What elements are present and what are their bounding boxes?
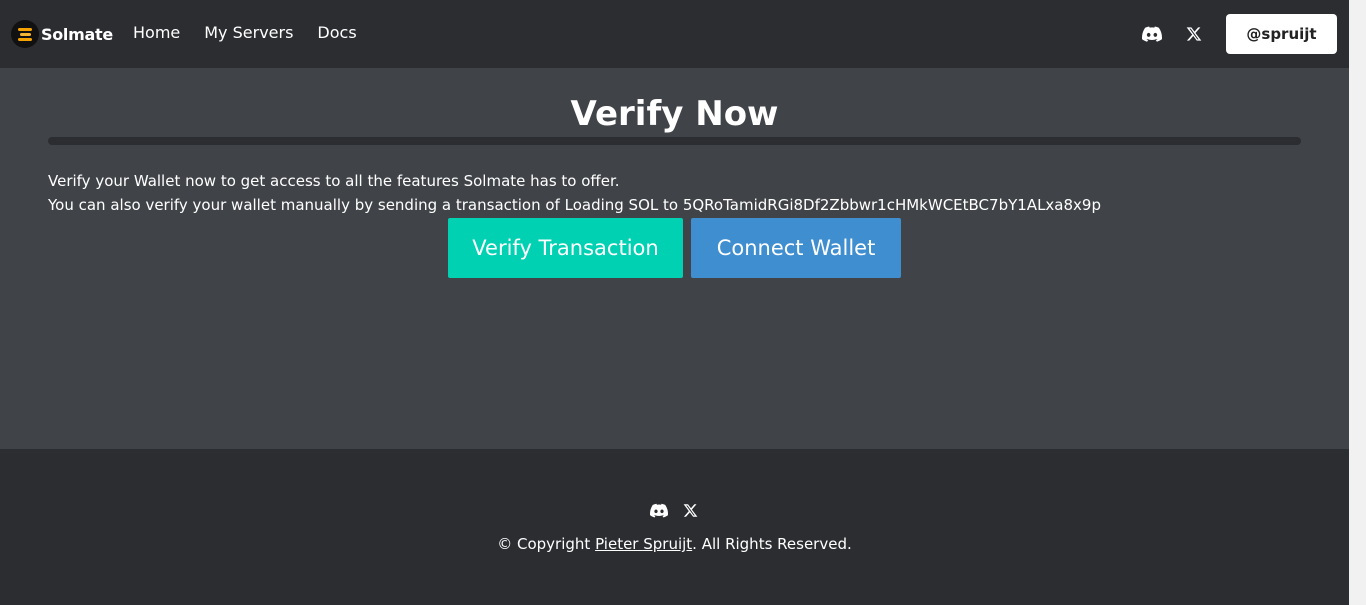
user-account-button[interactable]: @spruijt <box>1226 14 1337 54</box>
scrollbar[interactable] <box>1349 0 1366 605</box>
verify-transaction-button[interactable]: Verify Transaction <box>448 218 683 278</box>
nav-my-servers[interactable]: My Servers <box>204 23 293 42</box>
footer: © Copyright Pieter Spruijt. All Rights R… <box>0 449 1349 605</box>
page-title: Verify Now <box>570 94 779 134</box>
description-line-2: You can also verify your wallet manually… <box>48 196 1101 214</box>
copyright-suffix: . All Rights Reserved. <box>692 535 852 553</box>
nav-home[interactable]: Home <box>133 23 180 42</box>
brand-name: Solmate <box>41 24 113 44</box>
connect-wallet-button[interactable]: Connect Wallet <box>691 218 901 278</box>
description-line-1: Verify your Wallet now to get access to … <box>48 172 620 190</box>
author-link[interactable]: Pieter Spruijt <box>595 535 692 553</box>
footer-social-icons <box>0 501 1349 519</box>
copyright-prefix: © Copyright <box>497 535 596 553</box>
discord-icon[interactable] <box>649 501 668 519</box>
nav-docs[interactable]: Docs <box>317 23 356 42</box>
main-content: Verify Now Verify your Wallet now to get… <box>0 68 1349 449</box>
nav-links: Home My Servers Docs <box>133 23 357 42</box>
page: Solmate Home My Servers Docs @spruijt Ve… <box>0 0 1349 605</box>
x-icon[interactable] <box>1184 24 1204 44</box>
copyright-text: © Copyright Pieter Spruijt. All Rights R… <box>0 535 1349 553</box>
brand-link[interactable]: Solmate <box>11 20 113 48</box>
title-divider <box>48 137 1301 145</box>
solmate-logo-icon <box>11 20 39 48</box>
x-icon[interactable] <box>682 501 700 519</box>
navbar: Solmate Home My Servers Docs @spruijt <box>0 0 1349 68</box>
discord-icon[interactable] <box>1142 24 1162 44</box>
